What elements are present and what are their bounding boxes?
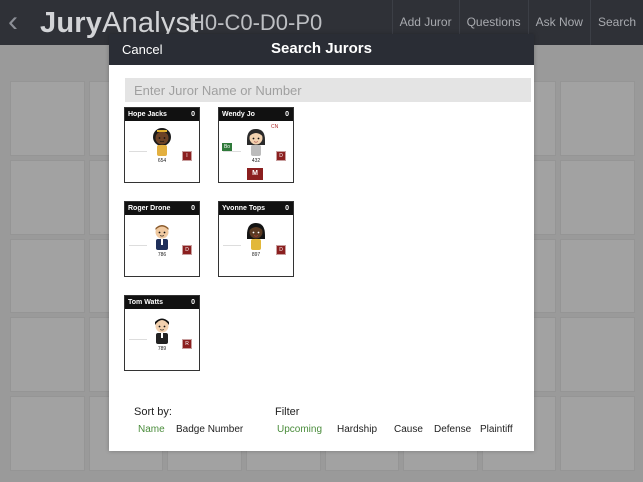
juror-count: 0: [285, 111, 289, 118]
juror-card[interactable]: Tom Watts 0 R 789: [124, 295, 200, 371]
cn-label: CN: [271, 124, 279, 130]
filter-defense-option[interactable]: Defense: [434, 424, 471, 435]
seat-cell[interactable]: [10, 396, 85, 471]
juror-count: 0: [191, 111, 195, 118]
seat-cell[interactable]: [560, 159, 635, 235]
m-badge: M: [247, 168, 263, 180]
seat-cell[interactable]: [10, 159, 85, 235]
back-chevron-icon[interactable]: ‹: [8, 7, 32, 37]
juror-name: Tom Watts: [128, 299, 163, 306]
juror-avatar-icon: [247, 129, 265, 156]
seat-cell[interactable]: [560, 238, 635, 314]
card-divider: [129, 245, 147, 246]
juror-avatar-icon: [153, 128, 171, 156]
card-divider: [223, 245, 241, 246]
modal-header: Search Jurors Cancel: [109, 34, 534, 65]
juror-number: 897: [251, 252, 261, 258]
cancel-button[interactable]: Cancel: [122, 34, 162, 65]
juror-name: Hope Jacks: [128, 111, 167, 118]
sort-badge-number-option[interactable]: Badge Number: [176, 424, 243, 435]
session-code: H0-C0-D0-P0: [189, 10, 323, 35]
juror-avatar-icon: [247, 223, 265, 250]
brand-bold: Jury: [40, 7, 103, 39]
card-divider: [223, 151, 241, 152]
juror-number: 432: [251, 158, 261, 164]
ask-now-button[interactable]: Ask Now: [527, 0, 590, 45]
juror-card[interactable]: Wendy Jo 0 CN Bo D 432 M: [218, 107, 294, 183]
filter-plaintiff-option[interactable]: Plaintiff: [480, 424, 513, 435]
seat-cell[interactable]: [10, 81, 85, 156]
juror-card-header: Hope Jacks 0: [125, 108, 199, 121]
filter-cause-option[interactable]: Cause: [394, 424, 423, 435]
juror-card[interactable]: Yvonne Tops 0 D 897: [218, 201, 294, 277]
juror-avatar-icon: [155, 318, 169, 344]
filter-hardship-option[interactable]: Hardship: [337, 424, 377, 435]
seat-cell[interactable]: [560, 317, 635, 393]
juror-name: Yvonne Tops: [222, 205, 266, 212]
juror-card-header: Tom Watts 0: [125, 296, 199, 309]
seat-cell[interactable]: [10, 317, 85, 393]
juror-name: Wendy Jo: [222, 111, 255, 118]
juror-avatar-icon: [155, 225, 169, 250]
juror-count: 0: [191, 299, 195, 306]
juror-number: 789: [157, 346, 167, 352]
juror-count: 0: [191, 205, 195, 212]
search-button[interactable]: Search: [589, 0, 643, 45]
sort-label: Sort by:: [134, 406, 172, 418]
juror-card-header: Wendy Jo 0: [219, 108, 293, 121]
juror-card[interactable]: Roger Drone 0 D 786: [124, 201, 200, 277]
card-divider: [129, 339, 147, 340]
side-badge: Bo: [222, 143, 232, 151]
juror-count: 0: [285, 205, 289, 212]
seat-cell[interactable]: [560, 396, 635, 471]
card-divider: [129, 151, 147, 152]
seat-cell[interactable]: [10, 238, 85, 314]
juror-number: 786: [157, 252, 167, 258]
seat-cell[interactable]: [560, 81, 635, 156]
juror-card[interactable]: Hope Jacks 0 I 654: [124, 107, 200, 183]
juror-name: Roger Drone: [128, 205, 171, 212]
juror-search-input[interactable]: [125, 78, 531, 102]
search-jurors-modal: Search Jurors Cancel Hope Jacks 0 I 654 …: [109, 34, 534, 451]
juror-number: 654: [157, 158, 167, 164]
modal-title: Search Jurors: [271, 40, 372, 57]
juror-card-header: Roger Drone 0: [125, 202, 199, 215]
sort-name-option[interactable]: Name: [138, 424, 165, 435]
filter-upcoming-option[interactable]: Upcoming: [277, 424, 322, 435]
juror-card-header: Yvonne Tops 0: [219, 202, 293, 215]
filter-label: Filter: [275, 406, 300, 418]
